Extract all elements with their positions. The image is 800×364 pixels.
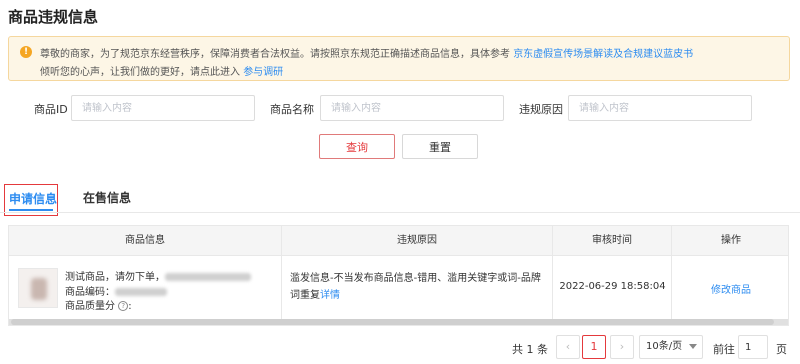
product-code: 商品编码： [65,283,167,298]
review-time: 2022-06-29 18:58:04 [559,281,666,292]
violation-table: 商品信息 违规原因 审核时间 操作 测试商品，请勿下单， 商品编码： 商品质量分… [8,225,789,326]
warning-icon: ! [20,46,32,58]
header-violation-reason: 违规原因 [282,226,553,256]
header-review-time: 审核时间 [553,226,672,256]
header-product-info: 商品信息 [9,226,282,256]
tab-active-underline [9,209,53,211]
pagination-total: 共 1 条 [512,343,548,356]
table-row: 测试商品，请勿下单， 商品编码： 商品质量分 ?: 滥发信息-不当发布商品信息-… [9,256,788,319]
prev-page-button[interactable]: ‹ [556,335,580,359]
notice-line-1: 尊敬的商家，为了规范京东经营秩序，保障消费者合法权益。请按照京东规范正确描述商品… [40,45,693,60]
edit-product-link[interactable]: 修改商品 [672,281,790,296]
violation-reason-text: 滥发信息-不当发布商品信息-错用、滥用关键字或词-品牌词重复详情 [290,270,550,304]
redacted-code [115,288,167,296]
page-title: 商品违规信息 [8,8,99,26]
violation-reason-cell: 滥发信息-不当发布商品信息-错用、滥用关键字或词-品牌词重复详情 [282,256,553,319]
survey-link[interactable]: 参与调研 [243,67,283,78]
product-name-text: 测试商品，请勿下单， [65,272,165,283]
review-time-cell: 2022-06-29 18:58:04 [553,256,672,319]
notice-text-1: 尊敬的商家，为了规范京东经营秩序，保障消费者合法权益。请按照京东规范正确描述商品… [40,49,510,60]
product-quality-score: 商品质量分 ?: [65,301,132,312]
chevron-down-icon [689,344,697,349]
table-header: 商品信息 违规原因 审核时间 操作 [9,226,788,256]
notice-text-2: 倾听您的心声，让我们做的更好，请点此进入 [40,67,240,78]
tabs-divider [0,212,800,213]
product-info-cell: 测试商品，请勿下单， 商品编码： 商品质量分 ?: [9,256,282,319]
product-id-label: 商品ID [34,103,68,116]
reset-button[interactable]: 重置 [402,134,478,159]
page-size-value: 10条/页 [646,341,683,352]
goto-page-input[interactable] [738,335,768,359]
query-button[interactable]: 查询 [319,134,395,159]
notice-banner: ! 尊敬的商家，为了规范京东经营秩序，保障消费者合法权益。请按照京东规范正确描述… [8,36,790,81]
page-unit-label: 页 [776,343,787,356]
page-number-current[interactable]: 1 [582,335,606,359]
redacted-text [165,273,251,281]
page-size-select[interactable]: 10条/页 [639,335,703,359]
horizontal-scrollbar[interactable] [9,319,788,325]
help-icon[interactable]: ? [118,301,129,311]
violation-reason-label: 违规原因 [519,103,563,116]
tab-apply-label: 申请信息 [9,192,58,206]
tab-on-sale-info[interactable]: 在售信息 [83,189,131,206]
product-name-label: 商品名称 [270,103,314,116]
goto-label: 前往 [713,343,735,356]
action-cell: 修改商品 [672,256,790,319]
next-page-button[interactable]: › [610,335,634,359]
product-thumbnail[interactable] [18,268,58,308]
violation-reason-input[interactable] [568,95,752,121]
bluebook-link[interactable]: 京东虚假宣传场景解读及合规建议蓝皮书 [513,49,693,60]
product-id-input[interactable] [71,95,255,121]
product-name-input[interactable] [320,95,504,121]
header-action: 操作 [721,235,741,246]
details-link[interactable]: 详情 [320,290,340,301]
quality-score-label: 商品质量分 [65,301,115,312]
notice-line-2: 倾听您的心声，让我们做的更好，请点此进入 参与调研 [40,63,283,78]
product-name: 测试商品，请勿下单， [65,268,251,283]
